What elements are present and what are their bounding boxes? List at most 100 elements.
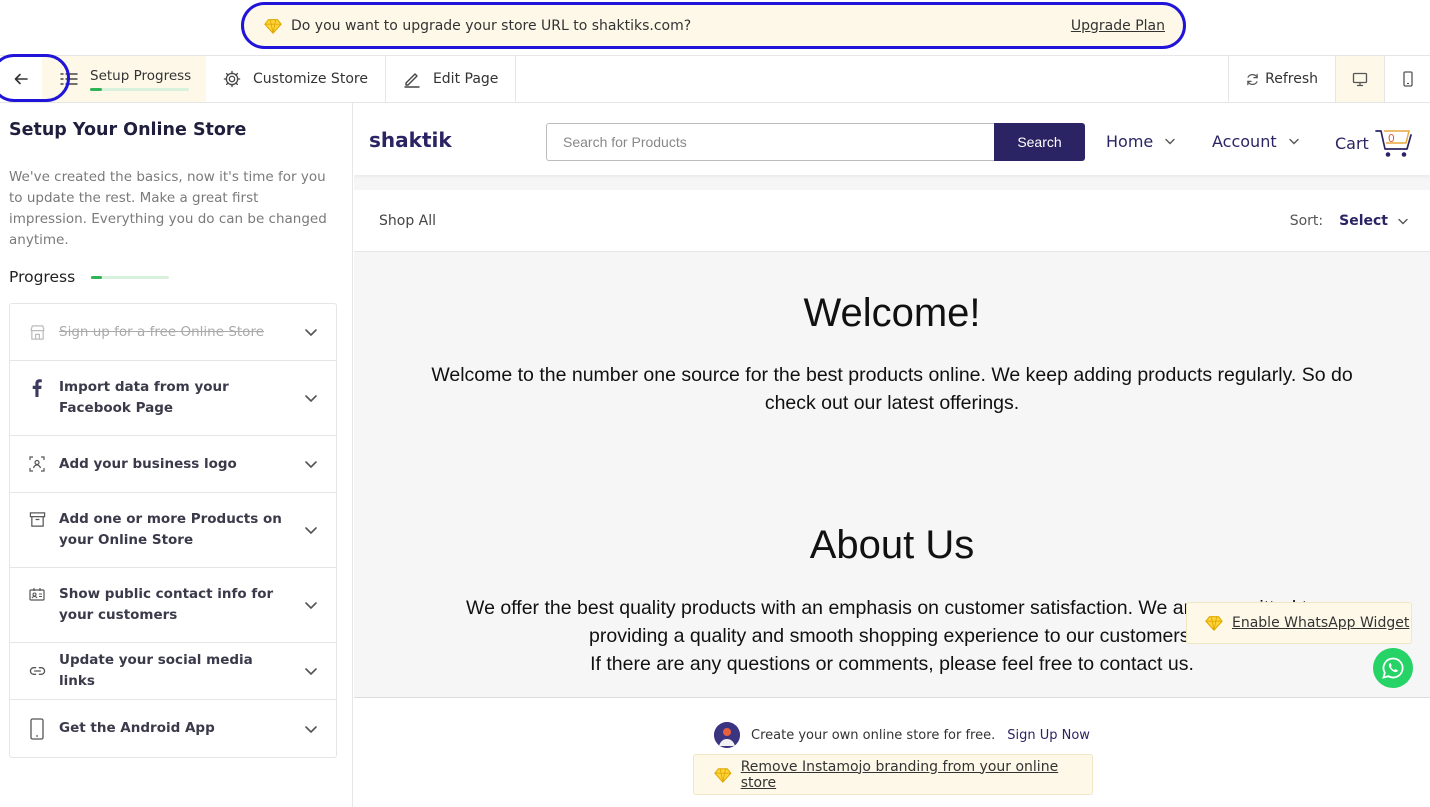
footer-text: Create your own online store for free. <box>751 727 996 743</box>
diamond-icon <box>714 767 732 783</box>
setup-progress-tab[interactable]: Setup Progress <box>42 56 206 102</box>
gear-icon <box>223 70 241 88</box>
store-preview: shaktik Search Home Account Cart 0 <box>354 103 1430 807</box>
logo-icon <box>28 455 46 473</box>
about-line: If there are any questions or comments, … <box>590 653 1194 675</box>
whatsapp-icon <box>1382 657 1404 679</box>
chevron-down-icon <box>305 329 317 336</box>
about-heading: About Us <box>809 523 975 567</box>
mobile-icon <box>1402 71 1413 87</box>
step-label: Add your business logo <box>59 455 237 472</box>
back-button[interactable] <box>0 54 70 102</box>
customize-store-button[interactable]: Customize Store <box>206 56 386 102</box>
chevron-down-icon <box>305 395 317 402</box>
whatsapp-button[interactable] <box>1373 648 1413 688</box>
link-icon <box>28 662 46 680</box>
store-footer: Create your own online store for free. S… <box>354 697 1430 807</box>
welcome-text: Welcome to the number one source for the… <box>394 361 1390 417</box>
nav-account-label: Account <box>1212 132 1277 151</box>
pencil-icon <box>404 73 420 88</box>
step-label: Update your social media links <box>59 652 253 689</box>
diamond-icon <box>264 18 282 34</box>
editor-toolbar: Setup Progress Customize Store Edit Page… <box>0 54 1430 103</box>
contact-card-icon <box>28 586 46 604</box>
setup-steps-list: Sign up for a free Online Store Import d… <box>9 303 337 758</box>
remove-branding-box[interactable]: Remove Instamojo branding from your onli… <box>693 754 1093 795</box>
step-label: Add one or more Products on your Online … <box>59 511 282 548</box>
desktop-view-button[interactable] <box>1335 56 1384 102</box>
step-label: Show public contact info for your custom… <box>59 586 274 623</box>
chevron-down-icon <box>1288 138 1299 145</box>
setup-progress-bar <box>90 87 189 91</box>
refresh-icon <box>1247 73 1258 85</box>
edit-page-button[interactable]: Edit Page <box>386 56 517 102</box>
desktop-icon <box>1352 72 1368 86</box>
sign-up-now-link[interactable]: Sign Up Now <box>1007 728 1090 743</box>
step-label: Import data from your Facebook Page <box>59 379 229 416</box>
welcome-heading: Welcome! <box>803 291 981 335</box>
box-icon <box>28 511 46 529</box>
list-icon <box>60 73 78 85</box>
step-facebook[interactable]: Import data from your Facebook Page <box>10 361 336 436</box>
refresh-label: Refresh <box>1265 71 1318 87</box>
sidebar-description: We've created the basics, now it's time … <box>9 169 327 248</box>
instamojo-avatar-icon <box>714 722 740 748</box>
progress-label: Progress <box>9 268 76 286</box>
sort-dropdown[interactable]: Sort: Select <box>1290 213 1408 229</box>
sidebar-title: Setup Your Online Store <box>9 120 247 140</box>
chevron-down-icon <box>1165 138 1175 145</box>
signup-row: Create your own online store for free. S… <box>714 722 1090 748</box>
enable-whatsapp-widget[interactable]: Enable WhatsApp Widget <box>1186 602 1412 644</box>
step-social[interactable]: Update your social media links <box>10 643 336 700</box>
chevron-down-icon <box>305 461 317 468</box>
cart-label: Cart <box>1335 133 1369 153</box>
sort-value: Select <box>1339 213 1388 229</box>
progress-bar <box>91 275 170 279</box>
search-bar: Search <box>546 123 1085 161</box>
sort-label: Sort: <box>1289 213 1324 229</box>
shop-bar: Shop All Sort: Select <box>354 190 1430 252</box>
step-label: Sign up for a free Online Store <box>59 323 264 340</box>
setup-sidebar: Setup Your Online Store We've created th… <box>0 103 353 807</box>
cart-count: 0 <box>1387 132 1395 145</box>
shop-all-link[interactable]: Shop All <box>379 213 436 229</box>
step-logo[interactable]: Add your business logo <box>10 436 336 493</box>
search-button[interactable]: Search <box>994 123 1085 161</box>
setup-progress-label: Setup Progress <box>90 67 192 84</box>
chevron-down-icon <box>1398 218 1408 224</box>
facebook-icon <box>28 378 46 397</box>
upgrade-banner-area: Do you want to upgrade your store URL to… <box>0 0 1430 55</box>
progress-row: Progress <box>9 268 343 286</box>
cart-button[interactable]: Cart 0 <box>1335 129 1415 157</box>
nav-home[interactable]: Home <box>1106 132 1175 151</box>
welcome-line: check out our latest offerings. <box>764 392 1020 414</box>
welcome-line: Welcome to the number one source for the… <box>431 364 1353 386</box>
edit-page-label: Edit Page <box>432 71 499 87</box>
cart-icon: 0 <box>1374 129 1415 157</box>
chevron-down-icon <box>305 668 317 675</box>
arrow-left-icon <box>14 73 28 85</box>
whatsapp-widget-label: Enable WhatsApp Widget <box>1232 615 1410 631</box>
store-icon <box>28 323 46 341</box>
nav-account[interactable]: Account <box>1212 132 1299 151</box>
step-label: Get the Android App <box>59 720 215 736</box>
phone-icon <box>28 717 46 740</box>
remove-branding-link: Remove Instamojo branding from your onli… <box>740 758 1059 791</box>
diamond-icon <box>1205 616 1223 632</box>
step-products[interactable]: Add one or more Products on your Online … <box>10 493 336 568</box>
nav-home-label: Home <box>1106 132 1154 151</box>
store-header: shaktik Search Home Account Cart 0 <box>354 103 1430 175</box>
chevron-down-icon <box>305 602 317 609</box>
upgrade-plan-link[interactable]: Upgrade Plan <box>1071 18 1165 34</box>
store-logo[interactable]: shaktik <box>369 128 452 152</box>
step-signup[interactable]: Sign up for a free Online Store <box>10 304 336 361</box>
step-contact[interactable]: Show public contact info for your custom… <box>10 568 336 643</box>
chevron-down-icon <box>305 527 317 534</box>
mobile-view-button[interactable] <box>1384 56 1430 102</box>
step-android-app[interactable]: Get the Android App <box>10 700 336 757</box>
banner-message: Do you want to upgrade your store URL to… <box>291 17 692 34</box>
chevron-down-icon <box>305 725 317 733</box>
search-input[interactable] <box>546 123 994 161</box>
customize-store-label: Customize Store <box>253 71 368 87</box>
refresh-button[interactable]: Refresh <box>1228 56 1335 102</box>
